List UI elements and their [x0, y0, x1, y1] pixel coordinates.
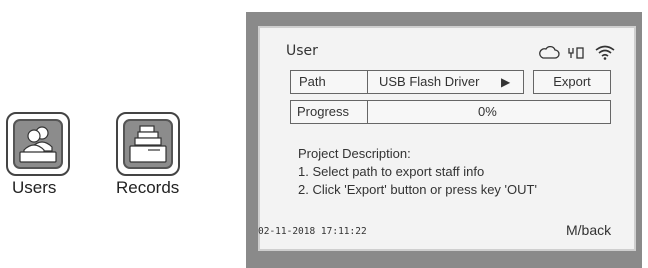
- screen-title: User: [286, 43, 318, 59]
- path-selector[interactable]: Path USB Flash Driver ▶: [290, 70, 524, 94]
- path-value: USB Flash Driver: [379, 74, 480, 89]
- users-app-button[interactable]: [6, 112, 70, 176]
- progress-value: 0%: [478, 104, 497, 119]
- cloud-icon: [539, 46, 560, 59]
- records-app-label: Records: [116, 178, 180, 197]
- users-app-label: Users: [12, 178, 57, 197]
- description-line: 1. Select path to export staff info: [298, 164, 485, 179]
- description-line: 2. Click 'Export' button or press key 'O…: [298, 182, 537, 197]
- records-icon: [129, 125, 167, 163]
- usb-icon: [568, 47, 584, 59]
- progress-bar: Progress 0%: [290, 100, 611, 124]
- back-button[interactable]: M/back: [566, 222, 611, 238]
- export-button[interactable]: Export: [533, 70, 611, 94]
- datetime: 02-11-2018 17:11:22: [258, 226, 367, 237]
- progress-label: Progress: [297, 104, 350, 119]
- wifi-icon: [595, 45, 615, 60]
- records-app-button[interactable]: [116, 112, 180, 176]
- description-heading: Project Description:: [298, 146, 411, 161]
- path-label: Path: [299, 74, 326, 89]
- users-icon: [19, 126, 57, 163]
- path-arrow-icon[interactable]: ▶: [501, 71, 510, 93]
